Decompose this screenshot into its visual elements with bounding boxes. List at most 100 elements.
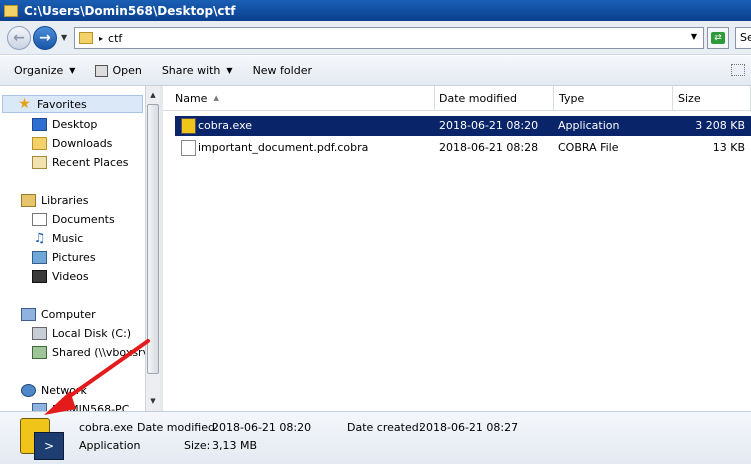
window-title: C:\Users\Domin568\Desktop\ctf [24, 3, 236, 18]
nav-label: Local Disk (C:) [52, 326, 132, 340]
file-name: important_document.pdf.cobra [198, 141, 369, 154]
network-drive-icon [32, 345, 47, 359]
forward-button[interactable]: → [33, 26, 57, 50]
nav-item-documents[interactable]: Documents [32, 210, 115, 228]
details-date-modified-label: Date modified: [137, 421, 219, 434]
column-header-name[interactable]: Name ▲ [163, 86, 435, 111]
nav-item-videos[interactable]: Videos [32, 267, 89, 285]
share-with-button[interactable]: Share with ▼ [162, 64, 233, 77]
folder-icon [4, 4, 18, 17]
details-date-created-label: Date created: [347, 421, 423, 434]
file-date-modified: 2018-06-21 08:20 [439, 119, 539, 132]
file-date-modified: 2018-06-21 08:28 [439, 141, 539, 154]
new-folder-button[interactable]: New folder [253, 64, 312, 77]
documents-icon [32, 212, 47, 226]
nav-item-shared[interactable]: Shared (\\vboxsrv) [32, 343, 145, 361]
nav-item-network[interactable]: Network [21, 381, 87, 399]
computer-icon [21, 307, 36, 321]
nav-label: Favorites [37, 97, 87, 111]
application-icon: > [20, 418, 64, 460]
scroll-up-icon[interactable]: ▲ [146, 88, 160, 103]
folder-icon [79, 32, 93, 44]
details-size-label: Size: [184, 439, 211, 452]
nav-label: Shared (\\vboxsrv) [52, 345, 145, 359]
address-bar[interactable]: ▸ ctf ▼ [74, 27, 704, 49]
details-type: Application [79, 439, 141, 452]
scroll-down-icon[interactable]: ▼ [146, 394, 160, 409]
details-date-modified-value: 2018-06-21 08:20 [212, 421, 312, 434]
nav-item-favorites[interactable]: ★ Favorites [2, 95, 143, 113]
column-header-label: Name [175, 91, 208, 105]
file-type: COBRA File [558, 141, 619, 154]
local-disk-icon [32, 326, 47, 340]
column-header-label: Size [678, 91, 701, 105]
sort-ascending-icon: ▲ [213, 94, 219, 102]
network-icon [21, 383, 36, 397]
file-icon [181, 140, 196, 156]
file-size: 3 208 KB [695, 119, 745, 132]
open-button[interactable]: Open [95, 64, 142, 77]
nav-label: Recent Places [52, 155, 129, 169]
nav-item-libraries[interactable]: Libraries [21, 191, 89, 209]
file-row[interactable]: cobra.exe 2018-06-21 08:20 Application 3… [175, 116, 751, 136]
recent-places-icon [32, 155, 47, 169]
nav-label: Network [41, 383, 87, 397]
refresh-icon: ⇄ [711, 32, 725, 44]
details-size-value: 3,13 MB [212, 439, 258, 452]
navigation-pane: ★ Favorites Desktop Downloads Recent Pla… [0, 86, 145, 411]
column-header-size[interactable]: Size [673, 86, 751, 111]
nav-label: Pictures [52, 250, 96, 264]
open-icon [95, 64, 109, 77]
desktop-icon [32, 117, 47, 131]
address-dropdown-icon[interactable]: ▼ [691, 32, 697, 41]
nav-label: Downloads [52, 136, 113, 150]
nav-label: Libraries [41, 193, 89, 207]
nav-label: Computer [41, 307, 96, 321]
music-icon: ♫ [33, 230, 46, 246]
column-header-date-modified[interactable]: Date modified [435, 86, 554, 111]
command-bar: Organize ▼ Open Share with ▼ New folder [0, 56, 751, 86]
breadcrumb-separator-icon[interactable]: ▸ [99, 34, 103, 43]
nav-item-computer[interactable]: Computer [21, 305, 96, 323]
file-name: cobra.exe [198, 119, 253, 132]
computer-icon [32, 402, 47, 411]
back-button[interactable]: ← [7, 26, 31, 50]
chevron-down-icon: ▼ [69, 66, 76, 75]
details-filename: cobra.exe [79, 421, 134, 434]
nav-item-music[interactable]: ♫ Music [32, 229, 84, 247]
view-options-icon[interactable] [731, 64, 745, 76]
open-label: Open [112, 64, 142, 77]
nav-item-recent-places[interactable]: Recent Places [32, 153, 129, 171]
nav-item-pictures[interactable]: Pictures [32, 248, 96, 266]
nav-item-desktop[interactable]: Desktop [32, 115, 97, 133]
organize-button[interactable]: Organize ▼ [14, 64, 75, 77]
file-row[interactable]: important_document.pdf.cobra 2018-06-21 … [175, 138, 751, 158]
search-input[interactable]: Se [735, 27, 751, 49]
chevron-down-icon: ▼ [226, 66, 233, 75]
navigation-scrollbar[interactable]: ▲ ▼ [145, 86, 160, 411]
file-type: Application [558, 119, 620, 132]
address-row: ← → ▼ ▸ ctf ▼ ⇄ Se [0, 21, 751, 55]
star-icon: ★ [18, 95, 31, 112]
libraries-icon [21, 193, 36, 207]
recent-pages-dropdown-icon[interactable]: ▼ [61, 33, 67, 42]
title-bar: C:\Users\Domin568\Desktop\ctf [0, 0, 751, 21]
nav-item-downloads[interactable]: Downloads [32, 134, 112, 152]
breadcrumb-ctf[interactable]: ctf [108, 32, 122, 45]
scrollbar-thumb[interactable] [147, 104, 159, 374]
nav-label: Documents [52, 212, 115, 226]
nav-item-local-disk[interactable]: Local Disk (C:) [32, 324, 131, 342]
nav-label: Desktop [52, 117, 98, 131]
share-with-label: Share with [161, 64, 221, 77]
file-size: 13 KB [712, 141, 745, 154]
nav-item-domin-pc[interactable]: DOMIN568-PC [32, 400, 129, 411]
details-pane: > cobra.exe Application Date modified: 2… [0, 411, 751, 464]
file-list: Name ▲ Date modified Type Size cobra.exe… [163, 86, 751, 411]
column-header-label: Date modified [439, 91, 517, 105]
videos-icon [32, 269, 47, 283]
column-header-type[interactable]: Type [554, 86, 673, 111]
pictures-icon [32, 250, 47, 264]
refresh-button[interactable]: ⇄ [707, 27, 729, 49]
nav-label: Music [52, 231, 84, 245]
downloads-icon [32, 136, 47, 150]
